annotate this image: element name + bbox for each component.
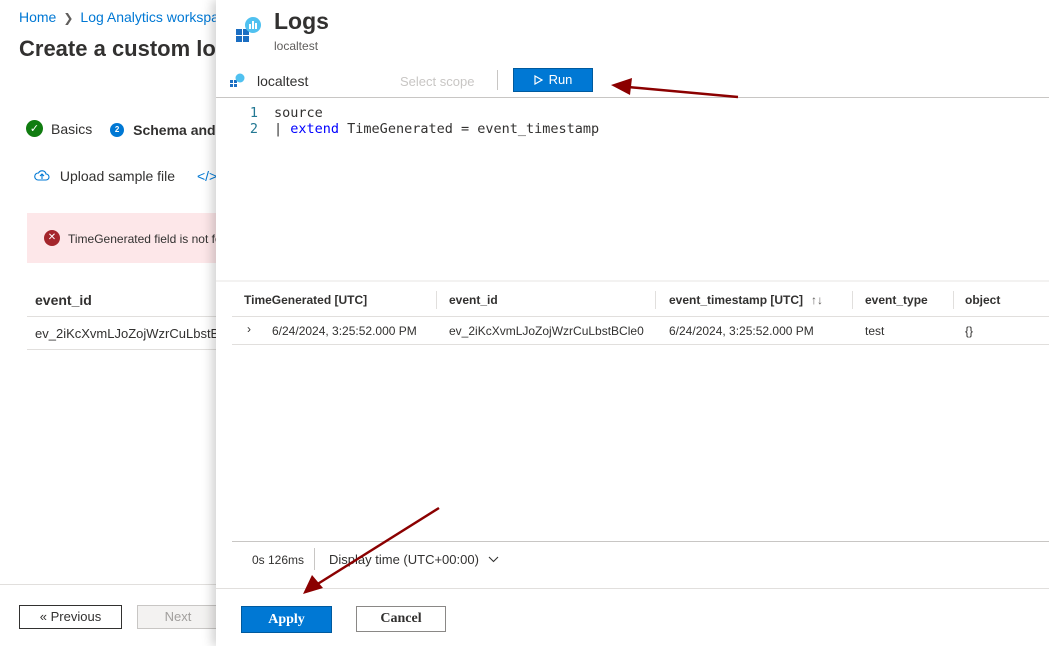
query-line-2: | extend TimeGenerated = event_timestamp [274, 121, 599, 137]
step-number-badge: 2 [110, 122, 125, 137]
expand-chevron-icon[interactable]: › [247, 322, 251, 336]
editor-results-splitter[interactable] [216, 280, 1049, 282]
query-keyword: extend [290, 121, 340, 137]
run-button[interactable]: Run [513, 68, 593, 92]
query-editor[interactable]: 1 2 source | extend TimeGenerated = even… [216, 98, 1049, 278]
query-elapsed-time: 0s 126ms [252, 553, 305, 567]
error-message-bar: ✕ TimeGenerated field is not fo [27, 213, 227, 263]
breadcrumb: Home ❯ Log Analytics workspa [19, 9, 219, 25]
step-basics[interactable]: ✓ Basics [26, 120, 92, 137]
upload-sample-button[interactable]: Upload sample file [34, 168, 183, 184]
previous-button[interactable]: « Previous [19, 605, 122, 629]
column-header-event-id[interactable]: event_id [35, 292, 92, 308]
blade-subtitle: localtest [274, 39, 319, 53]
next-button[interactable]: Next [137, 605, 219, 629]
step-schema-label: Schema and [133, 121, 216, 138]
column-header-object[interactable]: object [965, 293, 1000, 307]
code-icon: </> [196, 168, 218, 184]
column-separator [655, 291, 656, 309]
display-time-label: Display time (UTC+00:00) [329, 552, 479, 567]
column-header-event-timestamp[interactable]: event_timestamp [UTC] ↑↓ [669, 293, 823, 307]
toolbar-separator [497, 70, 498, 90]
cell-timegenerated: 6/24/2024, 3:25:52.000 PM [272, 324, 417, 338]
column-separator [852, 291, 853, 309]
breadcrumb-home[interactable]: Home [19, 9, 56, 25]
table-divider [27, 349, 227, 350]
breadcrumb-workspace[interactable]: Log Analytics workspa [80, 9, 219, 25]
status-separator [314, 548, 315, 570]
footer-divider [216, 588, 1049, 589]
splitter-handle[interactable]: ... [770, 271, 783, 285]
cell-event-id: ev_2iKcXvmLJoZojWzrCuLbstBCle0 [449, 324, 644, 338]
blade-title: Logs [274, 8, 329, 34]
run-label: Run [548, 72, 573, 87]
step-basics-label: Basics [51, 120, 93, 137]
table-divider [27, 316, 227, 317]
table-cell-event-id: ev_2iKcXvmLJoZojWzrCuLbstBC [35, 326, 229, 341]
query-expression: TimeGenerated = event_timestamp [339, 121, 600, 137]
upload-sample-label: Upload sample file [59, 168, 176, 184]
check-icon: ✓ [26, 120, 43, 137]
chevron-down-icon [488, 556, 499, 563]
column-header-event-timestamp-label: event_timestamp [UTC] [669, 293, 804, 307]
error-message-text: TimeGenerated field is not fo [68, 232, 222, 246]
status-divider [232, 541, 1049, 542]
column-separator [436, 291, 437, 309]
schema-toolbar: Upload sample file </> Tr [34, 168, 246, 184]
line-number: 2 [249, 121, 258, 137]
cell-event-type: test [865, 324, 885, 338]
column-header-event-type[interactable]: event_type [865, 293, 928, 307]
upload-cloud-icon [34, 170, 50, 181]
display-time-dropdown[interactable]: Display time (UTC+00:00) [329, 552, 499, 567]
scope-name[interactable]: localtest [257, 73, 308, 89]
column-header-event-id[interactable]: event_id [449, 293, 498, 307]
apply-button[interactable]: Apply [241, 606, 332, 633]
column-separator [953, 291, 954, 309]
wizard-steps: ✓ Basics 2 Schema and [26, 119, 230, 138]
chevron-right-icon: ❯ [63, 11, 74, 25]
select-scope-button[interactable]: Select scope [400, 74, 474, 89]
footer-divider [0, 584, 220, 585]
grid-divider [232, 344, 1049, 345]
step-schema[interactable]: 2 Schema and [110, 121, 216, 138]
cell-event-timestamp: 6/24/2024, 3:25:52.000 PM [669, 324, 814, 338]
error-icon: ✕ [44, 230, 60, 246]
column-header-timegenerated[interactable]: TimeGenerated [UTC] [244, 293, 367, 307]
play-icon [533, 74, 543, 86]
cancel-button[interactable]: Cancel [356, 606, 446, 632]
logs-blade: Logs localtest localtest Select scope Ru… [216, 0, 1049, 646]
page-title: Create a custom lo [19, 36, 216, 61]
grid-divider [232, 316, 1049, 317]
pipe-operator: | [274, 121, 291, 137]
sort-icon[interactable]: ↑↓ [811, 293, 823, 307]
cell-object: {} [965, 324, 974, 338]
scope-icon [230, 73, 245, 87]
logs-icon [236, 17, 261, 42]
line-number: 1 [249, 105, 258, 121]
query-line-1: source [274, 105, 323, 121]
